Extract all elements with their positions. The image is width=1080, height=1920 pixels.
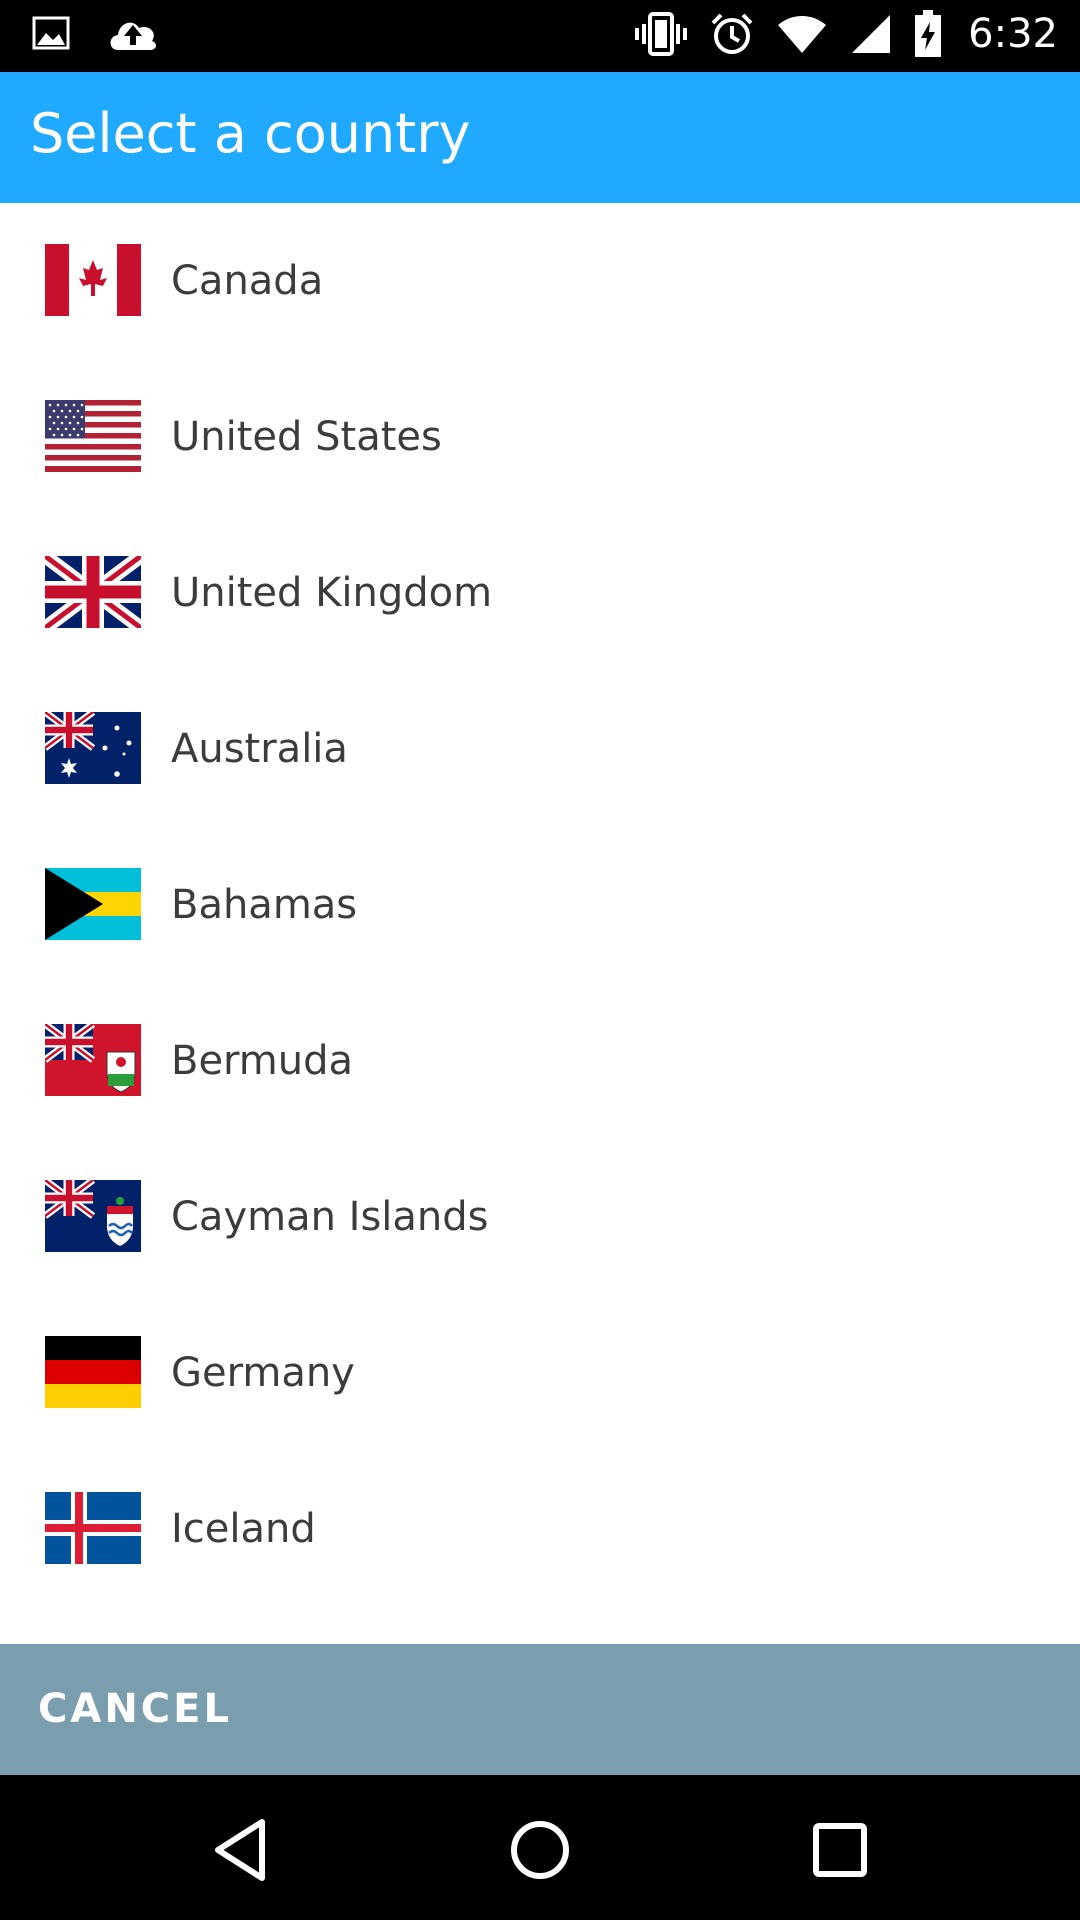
germany-flag-icon — [45, 1336, 141, 1408]
recents-icon[interactable] — [800, 1810, 880, 1890]
cloud-upload-icon — [110, 22, 157, 50]
bermuda-flag-icon — [45, 1024, 141, 1096]
cancel-bar: CANCEL — [0, 1644, 1080, 1775]
vibrate-icon — [635, 12, 688, 56]
country-name: Canada — [171, 258, 324, 304]
bahamas-flag-icon — [45, 868, 141, 940]
canada-flag-icon — [45, 244, 141, 316]
country-name: Iceland — [171, 1506, 316, 1552]
image-icon — [32, 16, 70, 50]
list-item[interactable]: Iceland — [0, 1451, 1080, 1607]
clock-time: 6:32 — [968, 11, 1058, 57]
country-name: Cayman Islands — [171, 1194, 489, 1240]
home-icon[interactable] — [500, 1810, 580, 1890]
alarm-icon — [711, 13, 753, 54]
australia-flag-icon — [45, 712, 141, 784]
navigation-bar — [0, 1775, 1080, 1920]
country-name: Bahamas — [171, 882, 358, 928]
united-kingdom-flag-icon — [45, 556, 141, 628]
list-item[interactable]: Australia — [0, 671, 1080, 827]
list-item[interactable]: Cayman Islands — [0, 1139, 1080, 1295]
country-name: Germany — [171, 1350, 355, 1396]
list-item[interactable]: United States — [0, 359, 1080, 515]
cayman-islands-flag-icon — [45, 1180, 141, 1252]
list-item[interactable]: Germany — [0, 1295, 1080, 1451]
list-item[interactable]: Bahamas — [0, 827, 1080, 983]
country-name: Bermuda — [171, 1038, 354, 1084]
cancel-button[interactable]: CANCEL — [38, 1644, 232, 1775]
country-name: United Kingdom — [171, 570, 493, 616]
country-name: United States — [171, 414, 442, 460]
list-item[interactable]: United Kingdom — [0, 515, 1080, 671]
back-icon[interactable] — [200, 1810, 280, 1890]
page-title: Select a country — [30, 102, 471, 165]
signal-icon — [852, 15, 891, 53]
united-states-flag-icon — [45, 400, 141, 472]
country-name: Australia — [171, 726, 348, 772]
country-list: Canada United States United Kingdom Aust… — [0, 203, 1080, 1607]
app-bar: Select a country — [0, 72, 1080, 203]
wifi-icon — [778, 16, 827, 53]
status-bar: 6:32 — [0, 0, 1080, 72]
list-item[interactable]: Bermuda — [0, 983, 1080, 1139]
battery-charging-icon — [915, 10, 942, 57]
list-item[interactable]: Canada — [0, 203, 1080, 359]
iceland-flag-icon — [45, 1492, 141, 1564]
